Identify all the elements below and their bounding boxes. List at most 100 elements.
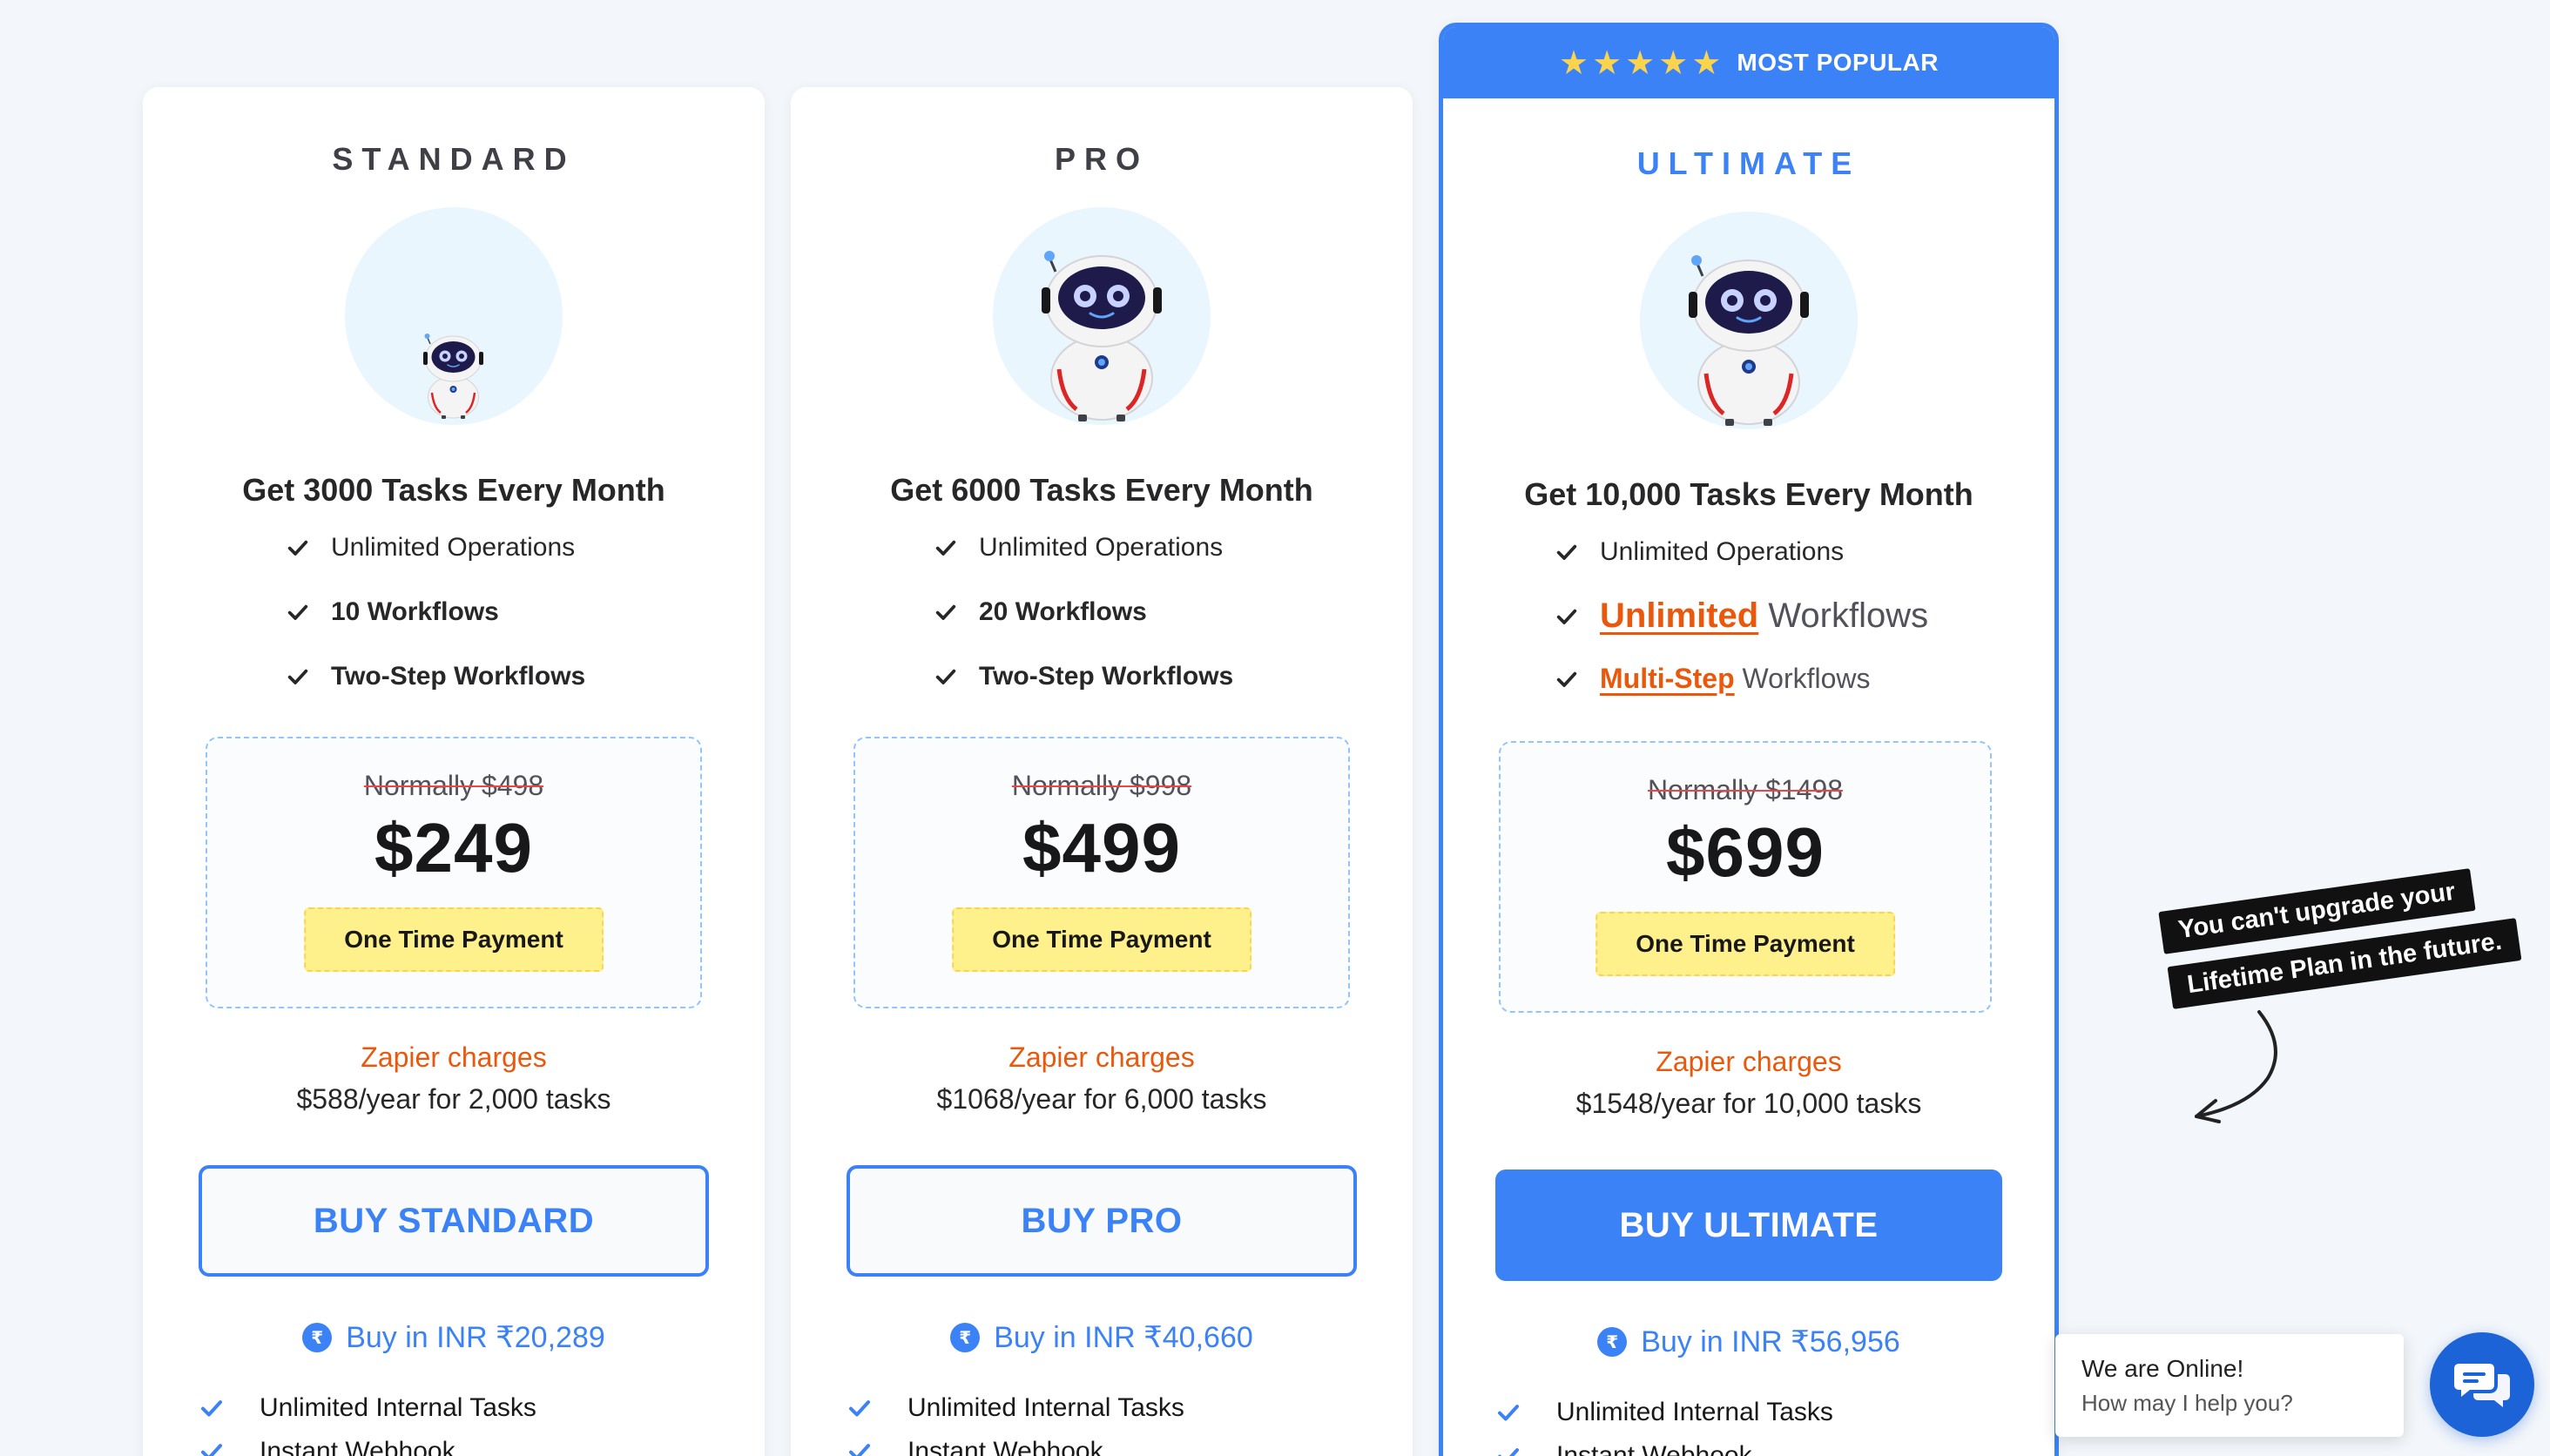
check-icon: [1555, 667, 1579, 691]
normal-price: Normally $498: [363, 770, 544, 801]
plan-name: ULTIMATE: [1636, 145, 1861, 181]
normal-price: Normally $998: [1011, 770, 1192, 801]
buy-inr-link[interactable]: ₹ Buy in INR ₹20,289: [143, 1320, 765, 1355]
zapier-label: Zapier charges: [361, 1041, 547, 1073]
buy-inr-label: Buy in INR ₹56,956: [1641, 1325, 1900, 1358]
feature-item: Two-Step Workflows: [934, 662, 1233, 691]
tasks-headline: Get 6000 Tasks Every Month: [890, 472, 1313, 508]
check-icon: [1495, 1443, 1521, 1456]
chat-title: We are Online!: [2081, 1355, 2244, 1382]
buy-inr-link[interactable]: ₹ Buy in INR ₹40,660: [791, 1320, 1413, 1355]
most-popular-label: MOST POPULAR: [1737, 49, 1939, 76]
price: $699: [1666, 813, 1825, 891]
check-icon: [286, 664, 310, 689]
check-icon: [199, 1395, 225, 1421]
rating-stars: ★ ★ ★ ★ ★: [1559, 46, 1721, 79]
check-icon: [1555, 604, 1579, 629]
feature-label: Unlimited Operations: [331, 533, 576, 562]
plan-card-pro: PRO Get 6000 Tasks Every Month Unlimited…: [791, 87, 1413, 1456]
star-icon: ★: [1625, 44, 1656, 82]
buy-inr-label: Buy in INR ₹40,660: [994, 1321, 1253, 1354]
rupee-icon: ₹: [950, 1323, 981, 1352]
feature-label: Two-Step Workflows: [979, 662, 1234, 691]
check-icon: [847, 1395, 873, 1421]
buy-inr-link[interactable]: ₹ Buy in INR ₹56,956: [1443, 1325, 2054, 1359]
check-icon: [286, 536, 310, 560]
perk-item: Instant Webhook: [847, 1437, 1103, 1456]
payment-badge: One Time Payment: [304, 907, 604, 972]
feature-label: Unlimited Operations: [1600, 537, 1845, 566]
zapier-detail: $1068/year for 6,000 tasks: [936, 1083, 1267, 1115]
feature-item: Unlimited Operations: [1555, 537, 1844, 567]
feature-label: 20 Workflows: [979, 597, 1147, 626]
feature-item: Unlimited Operations: [934, 533, 1223, 563]
check-icon: [934, 664, 958, 689]
check-icon: [847, 1439, 873, 1456]
feature-item: 20 Workflows: [934, 597, 1147, 627]
chat-launcher-button[interactable]: [2430, 1332, 2534, 1437]
perk-label: Instant Webhook: [260, 1437, 455, 1456]
feature-rest: Workflows: [1768, 597, 1929, 635]
chat-icon: [2454, 1364, 2510, 1407]
feature-item: 10 Workflows: [286, 597, 499, 627]
perk-item: Unlimited Internal Tasks: [1495, 1398, 1833, 1427]
plan-card-standard: STANDARD Get 3000 Tasks Every Month Unli…: [143, 87, 765, 1456]
plan-name: PRO: [1054, 141, 1149, 177]
feature-item: Unlimited Workflows: [1555, 597, 1928, 636]
price-box: Normally $1498 $699 One Time Payment: [1499, 741, 1992, 1013]
tasks-headline: Get 3000 Tasks Every Month: [242, 472, 665, 508]
check-icon: [934, 600, 958, 624]
unlimited-highlight: Unlimited: [1600, 597, 1759, 635]
buy-ultimate-button[interactable]: BUY ULTIMATE: [1495, 1170, 2002, 1281]
perk-label: Unlimited Internal Tasks: [260, 1393, 536, 1422]
zapier-detail: $588/year for 2,000 tasks: [296, 1083, 611, 1115]
feature-label: Multi-Step Workflows: [1600, 663, 1871, 695]
multi-step-highlight: Multi-Step: [1600, 663, 1735, 694]
check-icon: [1555, 540, 1579, 564]
perk-label: Unlimited Internal Tasks: [1556, 1398, 1833, 1426]
feature-item: Multi-Step Workflows: [1555, 663, 1871, 695]
check-icon: [934, 536, 958, 560]
price: $249: [374, 809, 533, 886]
star-icon: ★: [1691, 44, 1722, 82]
feature-label: Two-Step Workflows: [331, 662, 586, 691]
chat-greeting[interactable]: We are Online! How may I help you?: [2055, 1334, 2404, 1437]
perk-item: Instant Webhook: [199, 1437, 455, 1456]
robot-mascot-icon: [1640, 212, 1858, 429]
feature-label: Unlimited Operations: [979, 533, 1224, 562]
feature-rest: Workflows: [1742, 663, 1871, 694]
check-icon: [286, 600, 310, 624]
chat-subtitle: How may I help you?: [2081, 1390, 2293, 1416]
zapier-label: Zapier charges: [1656, 1046, 1842, 1077]
buy-standard-button[interactable]: BUY STANDARD: [199, 1165, 709, 1277]
feature-item: Two-Step Workflows: [286, 662, 585, 691]
zapier-label: Zapier charges: [1009, 1041, 1195, 1073]
plan-name: STANDARD: [332, 141, 576, 177]
rupee-icon: ₹: [1597, 1327, 1628, 1357]
most-popular-banner: ★ ★ ★ ★ ★ MOST POPULAR: [1443, 27, 2054, 98]
check-icon: [1495, 1399, 1521, 1426]
tasks-headline: Get 10,000 Tasks Every Month: [1524, 476, 1973, 512]
star-icon: ★: [1658, 44, 1689, 82]
feature-label: Unlimited Workflows: [1600, 597, 1928, 636]
perk-label: Instant Webhook: [1556, 1441, 1752, 1456]
perk-item: Unlimited Internal Tasks: [847, 1393, 1184, 1423]
zapier-detail: $1548/year for 10,000 tasks: [1575, 1088, 1922, 1119]
star-icon: ★: [1592, 44, 1622, 82]
robot-mascot-icon: [345, 207, 563, 425]
payment-badge: One Time Payment: [1595, 912, 1895, 976]
check-icon: [199, 1439, 225, 1456]
buy-inr-label: Buy in INR ₹20,289: [346, 1321, 605, 1354]
upgrade-note: You can't upgrade your Lifetime Plan in …: [2156, 864, 2522, 1125]
perk-label: Instant Webhook: [907, 1437, 1103, 1456]
price: $499: [1022, 809, 1181, 886]
robot-mascot-icon: [993, 207, 1211, 425]
perk-item: Instant Webhook: [1495, 1441, 1752, 1456]
perk-item: Unlimited Internal Tasks: [199, 1393, 536, 1423]
feature-label: 10 Workflows: [331, 597, 499, 626]
star-icon: ★: [1559, 44, 1589, 82]
feature-item: Unlimited Operations: [286, 533, 575, 563]
price-box: Normally $998 $499 One Time Payment: [853, 737, 1350, 1008]
buy-pro-button[interactable]: BUY PRO: [847, 1165, 1357, 1277]
price-box: Normally $498 $249 One Time Payment: [206, 737, 702, 1008]
